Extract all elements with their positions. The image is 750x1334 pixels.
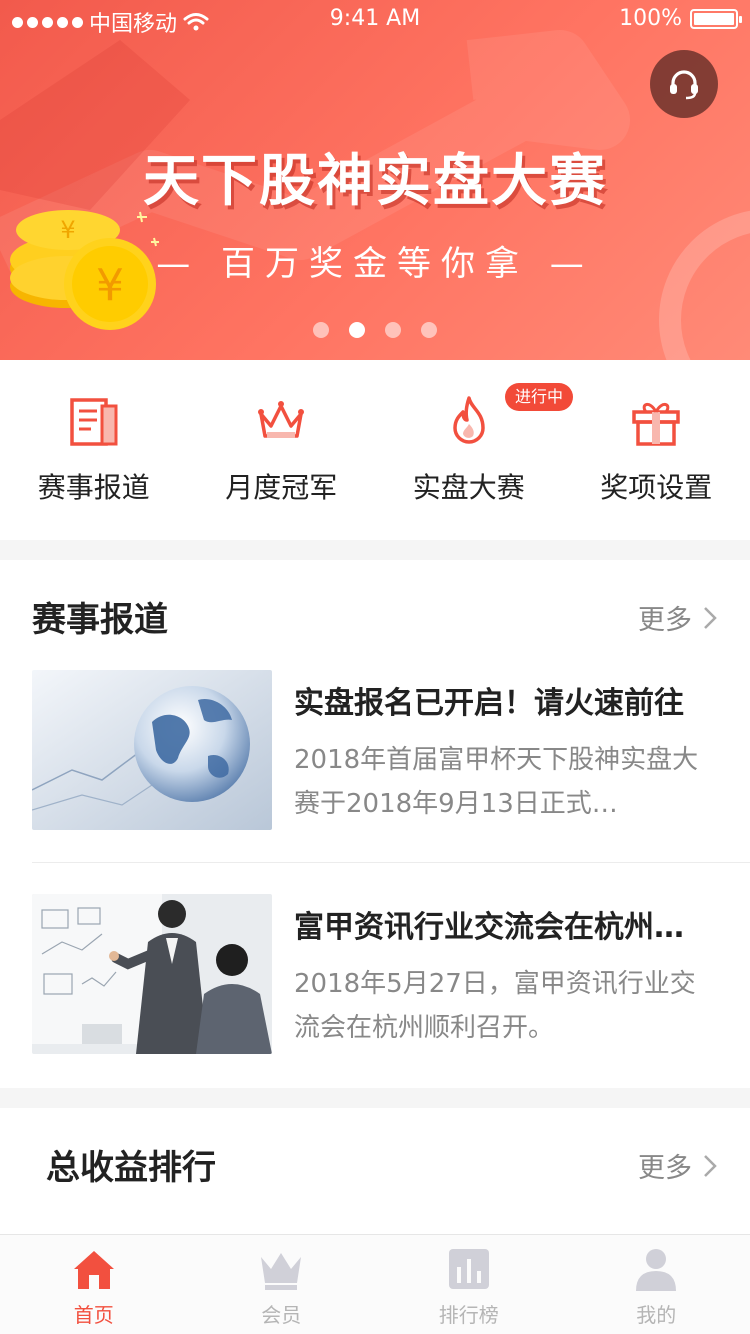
tab-label: 首页 [73, 1303, 114, 1327]
news-title: 富甲资讯行业交流会在杭州… [294, 910, 684, 945]
news-section-header: 赛事报道 更多 [0, 588, 750, 648]
live-status-badge: 进行中 [505, 383, 574, 411]
status-bar: 中国移动 9:41 AM 100% [0, 0, 750, 40]
tab-profile[interactable]: 我的 [563, 1235, 750, 1334]
section-divider [0, 1088, 750, 1108]
chevron-right-icon [704, 606, 717, 629]
customer-service-button[interactable] [650, 50, 718, 118]
more-link[interactable]: 更多 [638, 598, 718, 637]
banner-title: 天下股神实盘大赛 [143, 149, 607, 214]
quick-nav-label: 月度冠军 [225, 471, 338, 504]
carousel-dot[interactable] [313, 322, 329, 338]
quick-nav-item-reports[interactable]: 赛事报道 [0, 360, 188, 540]
home-icon [73, 1251, 114, 1289]
battery-percent: 100% [619, 6, 682, 31]
tab-home[interactable]: 首页 [0, 1235, 188, 1334]
carousel-dot[interactable] [385, 322, 401, 338]
gift-icon [632, 403, 680, 446]
tab-label: 会员 [261, 1303, 302, 1327]
tab-membership[interactable]: 会员 [188, 1235, 376, 1334]
quick-nav-label: 赛事报道 [37, 471, 150, 504]
tab-bar: 首页 会员 排行榜 我的 [0, 1234, 750, 1334]
quick-nav: 赛事报道 月度冠军 实盘大赛 奖项设置 [0, 360, 750, 540]
news-thumbnail [32, 670, 272, 830]
ranking-section: 总收益排行 更多 [0, 1108, 750, 1234]
divider [32, 862, 750, 863]
chevron-right-icon [704, 1154, 717, 1177]
crown-icon [258, 401, 305, 438]
bar-chart-icon [448, 1249, 489, 1289]
more-label: 更多 [638, 605, 692, 636]
document-icon [70, 398, 118, 446]
quick-nav-item-monthly-champion[interactable]: 月度冠军 [188, 360, 376, 540]
tab-label: 排行榜 [438, 1303, 499, 1327]
news-item[interactable]: 实盘报名已开启！请火速前往 2018年首届富甲杯天下股神实盘大赛于2018年9月… [32, 670, 750, 830]
gold-coins-icon: ¥ ¥ [10, 210, 159, 330]
tab-label: 我的 [636, 1303, 677, 1327]
svg-text:¥: ¥ [96, 260, 124, 311]
tab-leaderboard[interactable]: 排行榜 [375, 1235, 563, 1334]
quick-nav-label: 奖项设置 [600, 471, 713, 504]
carousel-indicator[interactable] [0, 322, 750, 338]
news-section: 赛事报道 更多 实盘报名已开启！请火速前往 2018年首届富甲杯天下股神实盘大赛… [0, 560, 750, 1088]
more-link[interactable]: 更多 [638, 1146, 718, 1185]
hero-banner[interactable]: 中国移动 9:41 AM 100% 天下股神实盘大赛 — 百万奖金等你拿 — ¥ [0, 0, 750, 360]
globe-image [32, 670, 272, 830]
presentation-image [32, 894, 272, 1054]
quick-nav-item-awards[interactable]: 奖项设置 [563, 360, 750, 540]
news-item[interactable]: 富甲资讯行业交流会在杭州… 2018年5月27日，富甲资讯行业交流会在杭州顺利召… [32, 894, 750, 1054]
news-title: 实盘报名已开启！请火速前往 [294, 686, 684, 721]
ranking-section-header: 总收益排行 更多 [0, 1138, 750, 1198]
battery-icon [690, 8, 742, 29]
carousel-dot-active[interactable] [349, 322, 365, 338]
person-icon [636, 1249, 677, 1291]
carousel-dot[interactable] [421, 322, 437, 338]
crown-icon [261, 1253, 302, 1290]
section-title: 赛事报道 [32, 600, 168, 640]
news-description: 2018年5月27日，富甲资讯行业交流会在杭州顺利召开。 [294, 969, 696, 1043]
headset-icon [670, 70, 698, 100]
section-title: 总收益排行 [46, 1148, 216, 1188]
news-description: 2018年首届富甲杯天下股神实盘大赛于2018年9月13日正式… [294, 745, 699, 819]
flame-icon [453, 396, 485, 444]
section-divider [0, 540, 750, 560]
svg-text:¥: ¥ [60, 216, 75, 244]
news-thumbnail [32, 894, 272, 1054]
more-label: 更多 [638, 1153, 692, 1184]
quick-nav-label: 实盘大赛 [412, 471, 525, 504]
